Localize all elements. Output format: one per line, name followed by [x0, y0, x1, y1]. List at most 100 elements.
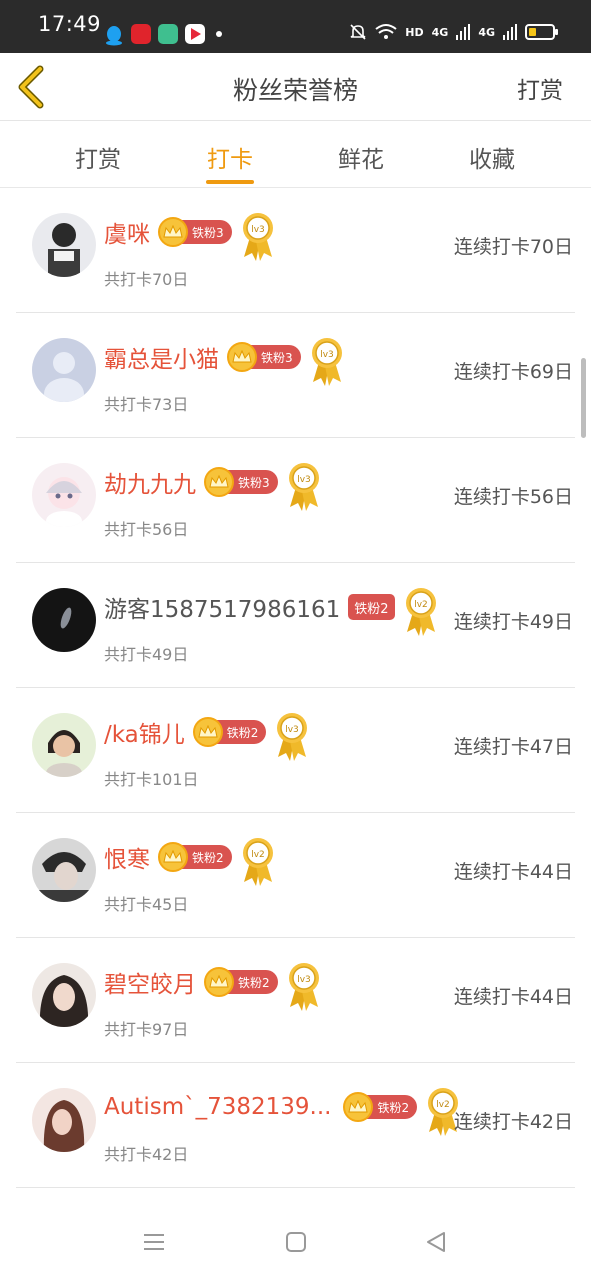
signal-4g-1: 4G: [431, 25, 449, 39]
menu-button[interactable]: [142, 1230, 170, 1258]
home-button[interactable]: [284, 1230, 312, 1258]
list-item[interactable]: 霸总是小猫 铁粉3 lv3 共打卡73日 连续打卡69日: [16, 313, 575, 438]
list-item[interactable]: Autism`_7382139... 铁粉2 lv2 共打卡42日 连续打卡42…: [16, 1063, 575, 1188]
streak-days: 连续打卡47日: [453, 736, 573, 758]
hd-indicator: HD: [405, 25, 424, 39]
wifi-icon: [375, 24, 397, 39]
streak-days: 连续打卡69日: [453, 361, 573, 383]
crown-icon: [227, 342, 257, 372]
crown-icon: [204, 467, 234, 497]
medal-icon: lv3: [309, 336, 345, 386]
user-name: 碧空皎月: [104, 972, 196, 998]
medal-icon: lv2: [403, 586, 439, 636]
user-name: 游客1587517986161: [104, 597, 341, 623]
chat-app-icon: [158, 24, 178, 44]
app-header: 粉丝荣誉榜 打赏: [0, 53, 591, 121]
menu-icon: [144, 1234, 164, 1250]
total-checkins: 共打卡73日: [104, 395, 189, 414]
fan-badge: 铁粉3: [158, 217, 232, 247]
user-name: 霸总是小猫: [104, 347, 219, 373]
crown-icon: [158, 842, 188, 872]
battery-icon: [525, 24, 558, 40]
fan-badge: 铁粉2: [204, 967, 278, 997]
total-checkins: 共打卡45日: [104, 895, 189, 914]
reward-button[interactable]: 打赏: [517, 71, 563, 105]
streak-days: 连续打卡44日: [453, 861, 573, 883]
medal-level: lv3: [297, 475, 311, 485]
list-item[interactable]: 恨寒 铁粉2 lv2 共打卡45日 连续打卡44日: [16, 813, 575, 938]
avatar: [32, 213, 96, 277]
crown-icon: [192, 717, 223, 747]
total-checkins: 共打卡70日: [104, 270, 189, 289]
avatar: [32, 1088, 96, 1152]
total-checkins: 共打卡56日: [104, 520, 189, 539]
list-item[interactable]: /ka锦儿 铁粉2 lv3 共打卡101日 连续打卡47日: [16, 688, 575, 813]
status-time: 17:49: [38, 12, 102, 36]
fan-ranking-list: 虞咪 铁粉3 lv3 共打卡70日 连续打卡70日 霸总是小猫 铁粉3 lv3: [0, 188, 591, 1188]
medal-level: lv3: [297, 975, 311, 985]
avatar: [32, 963, 96, 1027]
fan-badge: 铁粉2: [192, 717, 267, 747]
medal-icon: lv3: [274, 711, 310, 761]
page-title: 粉丝荣誉榜: [232, 76, 358, 105]
streak-days: 连续打卡49日: [453, 611, 573, 633]
triangle-back-icon: [427, 1232, 445, 1252]
medal-icon: lv3: [240, 211, 276, 261]
list-item[interactable]: 游客1587517986161 铁粉2 lv2 共打卡49日 连续打卡49日: [16, 563, 575, 688]
active-tab-indicator: [206, 180, 254, 184]
user-name: /ka锦儿: [104, 722, 185, 748]
medal-level: lv2: [251, 850, 265, 860]
tab-flowers[interactable]: 鲜花: [321, 140, 401, 174]
more-notifications-dot: [216, 31, 222, 37]
user-name: 虞咪: [104, 222, 150, 248]
system-indicators: HD 4G 4G: [349, 23, 558, 41]
status-bar: 17:49 HD 4G 4G: [0, 0, 591, 53]
system-nav-bar: [0, 1200, 591, 1280]
square-icon: [286, 1232, 306, 1252]
medal-level: lv3: [286, 725, 300, 735]
total-checkins: 共打卡42日: [104, 1145, 189, 1164]
mute-bell-icon: [350, 24, 366, 40]
medal-level: lv2: [436, 1100, 450, 1110]
medal-icon: lv2: [240, 836, 276, 886]
total-checkins: 共打卡101日: [104, 770, 199, 789]
avatar: [32, 338, 96, 402]
streak-days: 连续打卡42日: [453, 1111, 573, 1133]
crown-icon: [204, 967, 234, 997]
medal-level: lv2: [414, 600, 428, 610]
list-item[interactable]: 碧空皎月 铁粉2 lv3 共打卡97日 连续打卡44日: [16, 938, 575, 1063]
user-name: 劫九九九: [104, 472, 196, 498]
fan-badge: 铁粉2: [158, 842, 232, 872]
streak-days: 连续打卡44日: [453, 986, 573, 1008]
tab-checkin[interactable]: 打卡: [190, 140, 270, 174]
total-checkins: 共打卡97日: [104, 1020, 189, 1039]
user-name: 恨寒: [104, 847, 150, 873]
fan-badge: 铁粉3: [204, 467, 278, 497]
total-checkins: 共打卡49日: [104, 645, 189, 664]
notification-icons: [104, 24, 222, 46]
list-item[interactable]: 劫九九九 铁粉3 lv3 共打卡56日 连续打卡56日: [16, 438, 575, 563]
avatar: [32, 463, 96, 527]
user-name: Autism`_7382139...: [104, 1094, 332, 1120]
fan-badge: 铁粉3: [227, 342, 301, 372]
signal-4g-2: 4G: [478, 25, 495, 39]
avatar: [32, 838, 96, 902]
medal-level: lv3: [320, 350, 334, 360]
signal-bars-icon: [456, 24, 471, 40]
scrollbar[interactable]: [581, 358, 586, 438]
signal-bars-icon-2: [503, 24, 517, 40]
video-app-icon: [185, 24, 205, 44]
tab-favorites[interactable]: 收藏: [452, 140, 532, 174]
shop-app-icon: [131, 24, 151, 44]
list-item[interactable]: 虞咪 铁粉3 lv3 共打卡70日 连续打卡70日: [16, 188, 575, 313]
streak-days: 连续打卡56日: [453, 486, 573, 508]
medal-icon: lv3: [286, 961, 322, 1011]
avatar: [32, 713, 96, 777]
fan-level-label: 铁粉2: [348, 594, 395, 620]
qq-app-icon: [104, 24, 124, 46]
crown-icon: [158, 217, 188, 247]
back-nav-button[interactable]: [424, 1230, 452, 1258]
fan-badge: 铁粉2: [343, 1092, 418, 1122]
tab-reward[interactable]: 打赏: [58, 140, 138, 174]
medal-icon: lv3: [286, 461, 322, 511]
